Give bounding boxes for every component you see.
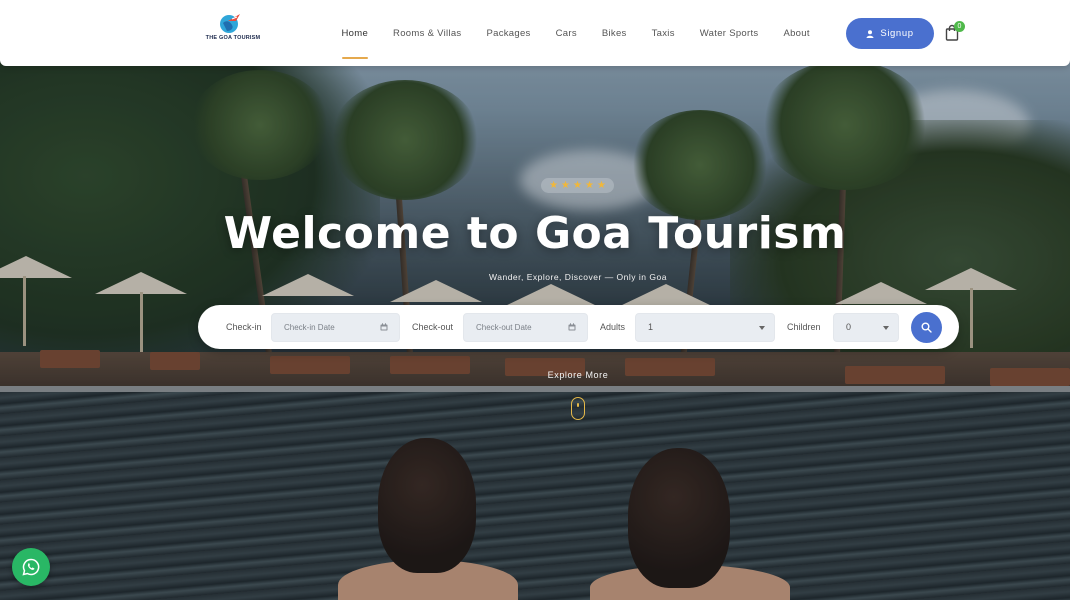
adults-select[interactable]: 1: [635, 313, 775, 342]
nav-bikes[interactable]: Bikes: [602, 0, 627, 66]
checkout-placeholder: Check-out Date: [476, 323, 532, 332]
logo-text: THE GOA TOURISM: [205, 35, 261, 41]
star-icon: ★: [561, 179, 571, 191]
nav-about[interactable]: About: [783, 0, 809, 66]
adults-value: 1: [648, 322, 654, 332]
chevron-down-icon: [883, 326, 889, 330]
nav-home[interactable]: Home: [341, 0, 369, 66]
checkin-date-field[interactable]: Check-in Date: [271, 313, 400, 342]
hero-subtitle: Wander, Explore, Discover — Only in Goa: [489, 272, 667, 282]
chevron-down-icon: [759, 326, 765, 330]
signup-button[interactable]: Signup: [846, 18, 934, 49]
checkin-placeholder: Check-in Date: [284, 323, 335, 332]
rating-stars: ★ ★ ★ ★ ★: [541, 178, 614, 193]
star-icon: ★: [549, 179, 559, 191]
search-button[interactable]: [911, 312, 942, 343]
star-icon: ★: [573, 179, 582, 191]
site-logo[interactable]: THE GOA TOURISM: [203, 12, 260, 44]
nav-packages[interactable]: Packages: [486, 0, 530, 66]
calendar-icon: [568, 323, 576, 331]
cart-count-badge: 0: [954, 21, 965, 32]
children-value: 0: [846, 322, 852, 332]
checkout-date-field[interactable]: Check-out Date: [463, 313, 588, 342]
top-navbar: THE GOA TOURISM Home Rooms & Villas Pack…: [0, 0, 1070, 66]
nav-cars[interactable]: Cars: [556, 0, 577, 66]
scroll-mouse-icon[interactable]: [571, 397, 585, 420]
checkin-label: Check-in: [226, 322, 262, 332]
main-nav: Home Rooms & Villas Packages Cars Bikes …: [329, 0, 822, 66]
nav-taxis[interactable]: Taxis: [652, 0, 675, 66]
calendar-icon: [380, 323, 388, 331]
scroll-indicator: [577, 403, 579, 407]
search-icon: [921, 322, 932, 333]
signup-label: Signup: [880, 28, 914, 39]
whatsapp-icon: [22, 558, 40, 576]
checkout-label: Check-out: [412, 322, 454, 332]
adults-label: Adults: [600, 322, 626, 332]
hero-background: [0, 0, 1070, 600]
logo-globe-icon: [220, 14, 240, 33]
children-select[interactable]: 0: [833, 313, 899, 342]
star-icon: ★: [584, 179, 594, 191]
whatsapp-button[interactable]: [12, 548, 50, 586]
user-icon: [866, 29, 874, 38]
children-label: Children: [787, 322, 821, 332]
star-icon: ★: [596, 179, 606, 191]
hero-title: Welcome to Goa Tourism: [223, 208, 847, 259]
explore-more-link[interactable]: Explore More: [0, 370, 1070, 380]
nav-water-sports[interactable]: Water Sports: [700, 0, 759, 66]
nav-rooms-villas[interactable]: Rooms & Villas: [393, 0, 461, 66]
hero-overlay: [0, 0, 1070, 600]
booking-search-bar: Check-in Check-in Date Check-out Check-o…: [198, 305, 959, 349]
